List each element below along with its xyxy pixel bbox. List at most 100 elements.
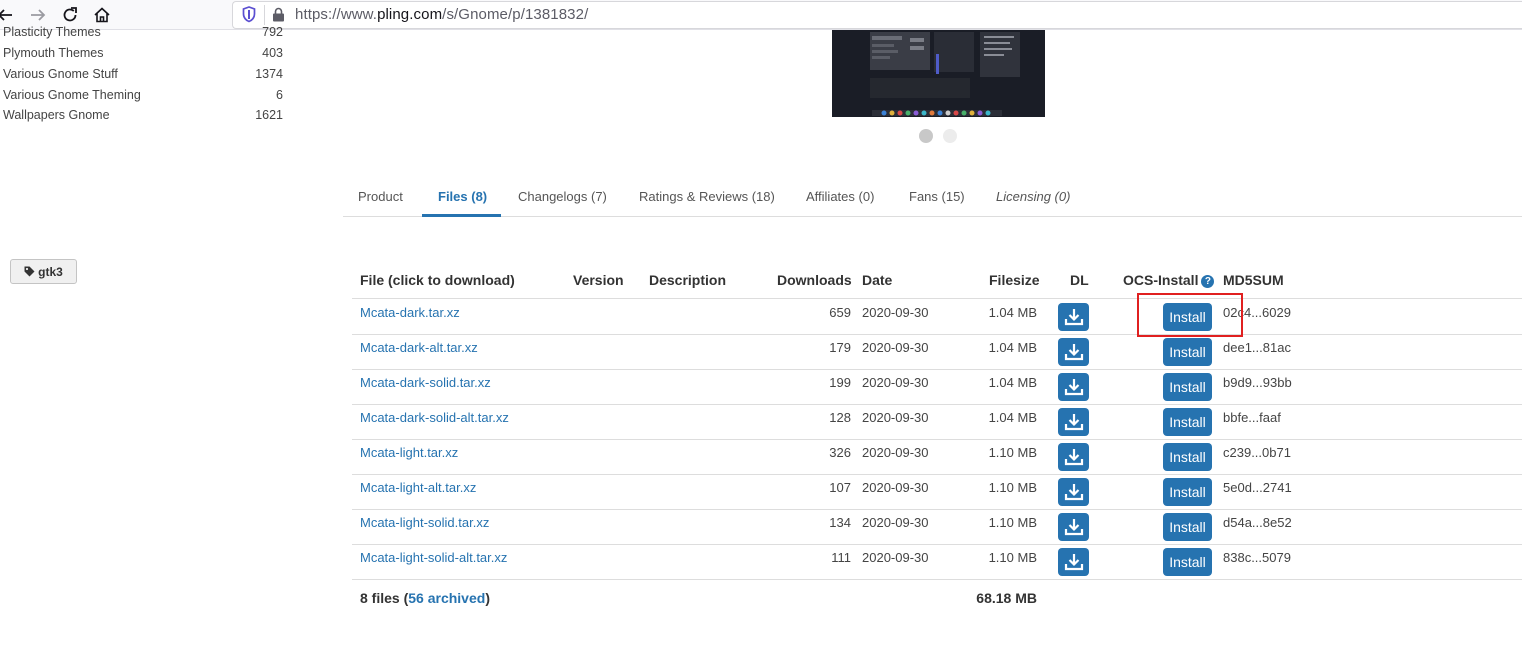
md5-hash: 838c...5079 bbox=[1223, 550, 1291, 565]
md5-hash: b9d9...93bb bbox=[1223, 375, 1292, 390]
category-item[interactable]: Various Gnome Theming 6 bbox=[3, 88, 283, 108]
file-date: 2020-09-30 bbox=[862, 375, 929, 390]
file-date: 2020-09-30 bbox=[862, 515, 929, 530]
url-separator bbox=[264, 5, 265, 25]
carousel-dot-active[interactable] bbox=[919, 129, 933, 143]
download-count: 199 bbox=[829, 375, 851, 390]
file-link[interactable]: Mcata-dark-solid-alt.tar.xz bbox=[360, 410, 509, 425]
download-count: 326 bbox=[829, 445, 851, 460]
tabs-divider bbox=[343, 216, 1522, 217]
category-count: 1374 bbox=[255, 67, 283, 81]
download-button[interactable] bbox=[1058, 548, 1089, 576]
download-count: 179 bbox=[829, 340, 851, 355]
md5-hash: dee1...81ac bbox=[1223, 340, 1291, 355]
header-version: Version bbox=[573, 272, 624, 288]
category-item[interactable]: Various Gnome Stuff 1374 bbox=[3, 67, 283, 87]
category-item[interactable]: Plasticity Themes 792 bbox=[3, 25, 283, 45]
download-button[interactable] bbox=[1058, 513, 1089, 541]
download-count: 111 bbox=[831, 550, 851, 565]
lock-icon[interactable] bbox=[272, 7, 285, 22]
header-ocs-install: OCS-Install? bbox=[1123, 272, 1215, 288]
row-divider bbox=[352, 334, 1522, 335]
tab-files[interactable]: Files (8) bbox=[438, 189, 487, 217]
install-button[interactable]: Install bbox=[1163, 373, 1212, 401]
help-icon[interactable]: ? bbox=[1201, 275, 1215, 288]
file-link[interactable]: Mcata-dark-solid.tar.xz bbox=[360, 375, 491, 390]
download-button[interactable] bbox=[1058, 338, 1089, 366]
install-button[interactable]: Install bbox=[1163, 338, 1212, 366]
header-description: Description bbox=[649, 272, 727, 288]
category-name: Plasticity Themes bbox=[3, 25, 101, 39]
download-button[interactable] bbox=[1058, 443, 1089, 471]
install-button[interactable]: Install bbox=[1163, 443, 1212, 471]
url-path: /s/Gnome/p/1381832/ bbox=[442, 6, 589, 23]
row-divider bbox=[352, 474, 1522, 475]
row-divider bbox=[352, 544, 1522, 545]
file-size: 1.10 MB bbox=[988, 445, 1037, 460]
header-downloads: Downloads bbox=[777, 272, 852, 288]
download-button[interactable] bbox=[1058, 408, 1089, 436]
row-divider bbox=[352, 579, 1522, 580]
tab-affiliates[interactable]: Affiliates (0) bbox=[806, 189, 874, 217]
tab-changelogs[interactable]: Changelogs (7) bbox=[518, 189, 607, 217]
file-date: 2020-09-30 bbox=[862, 550, 929, 565]
url-prefix: https://www. bbox=[295, 6, 378, 23]
tracking-shield-icon[interactable] bbox=[242, 6, 256, 23]
archived-link[interactable]: 56 archived bbox=[408, 590, 485, 606]
download-icon bbox=[1064, 379, 1083, 396]
download-button[interactable] bbox=[1058, 303, 1089, 331]
tab-licensing[interactable]: Licensing (0) bbox=[996, 189, 1070, 217]
install-button[interactable]: Install bbox=[1163, 408, 1212, 436]
forward-arrow-icon bbox=[31, 9, 46, 21]
md5-hash: 5e0d...2741 bbox=[1223, 480, 1292, 495]
file-link[interactable]: Mcata-light.tar.xz bbox=[360, 445, 458, 460]
category-item[interactable]: Plymouth Themes 403 bbox=[3, 46, 283, 66]
carousel-dot[interactable] bbox=[943, 129, 957, 143]
file-size: 1.04 MB bbox=[988, 305, 1037, 320]
download-button[interactable] bbox=[1058, 373, 1089, 401]
md5-hash: c239...0b71 bbox=[1223, 445, 1291, 460]
download-icon bbox=[1064, 414, 1083, 431]
header-md5: MD5SUM bbox=[1223, 272, 1284, 288]
tag-gtk3[interactable]: gtk3 bbox=[10, 259, 77, 284]
screenshot-image bbox=[832, 30, 1045, 117]
category-item[interactable]: Wallpapers Gnome 1621 bbox=[3, 108, 283, 128]
download-icon bbox=[1064, 519, 1083, 536]
row-divider bbox=[352, 509, 1522, 510]
file-link[interactable]: Mcata-light-solid-alt.tar.xz bbox=[360, 550, 507, 565]
tag-icon bbox=[24, 266, 35, 277]
tab-ratings-reviews[interactable]: Ratings & Reviews (18) bbox=[639, 189, 775, 217]
reload-icon bbox=[63, 7, 77, 22]
header-file: File (click to download) bbox=[360, 272, 515, 288]
file-link[interactable]: Mcata-light-solid.tar.xz bbox=[360, 515, 489, 530]
md5-hash: d54a...8e52 bbox=[1223, 515, 1292, 530]
file-size: 1.10 MB bbox=[988, 480, 1037, 495]
total-size: 68.18 MB bbox=[976, 590, 1037, 606]
row-divider bbox=[352, 404, 1522, 405]
back-arrow-icon bbox=[0, 9, 12, 21]
files-summary-close: ) bbox=[485, 590, 490, 606]
download-icon bbox=[1064, 309, 1083, 326]
category-count: 403 bbox=[262, 46, 283, 60]
tab-product[interactable]: Product bbox=[358, 189, 403, 217]
category-count: 1621 bbox=[255, 108, 283, 122]
category-name: Plymouth Themes bbox=[3, 46, 104, 60]
header-ocs-install-label: OCS-Install bbox=[1123, 272, 1199, 288]
category-name: Various Gnome Theming bbox=[3, 88, 141, 102]
file-size: 1.04 MB bbox=[988, 340, 1037, 355]
install-button[interactable]: Install bbox=[1163, 513, 1212, 541]
download-icon bbox=[1064, 344, 1083, 361]
file-link[interactable]: Mcata-light-alt.tar.xz bbox=[360, 480, 476, 495]
tag-label: gtk3 bbox=[38, 264, 63, 279]
install-button[interactable]: Install bbox=[1163, 478, 1212, 506]
file-date: 2020-09-30 bbox=[862, 340, 929, 355]
download-button[interactable] bbox=[1058, 478, 1089, 506]
tab-fans[interactable]: Fans (15) bbox=[909, 189, 965, 217]
url-text[interactable]: https://www.pling.com/s/Gnome/p/1381832/ bbox=[295, 6, 588, 23]
product-screenshot[interactable] bbox=[832, 30, 1045, 117]
category-count: 6 bbox=[276, 88, 283, 102]
file-link[interactable]: Mcata-dark-alt.tar.xz bbox=[360, 340, 478, 355]
row-divider bbox=[352, 298, 1522, 299]
install-button[interactable]: Install bbox=[1163, 548, 1212, 576]
file-link[interactable]: Mcata-dark.tar.xz bbox=[360, 305, 460, 320]
